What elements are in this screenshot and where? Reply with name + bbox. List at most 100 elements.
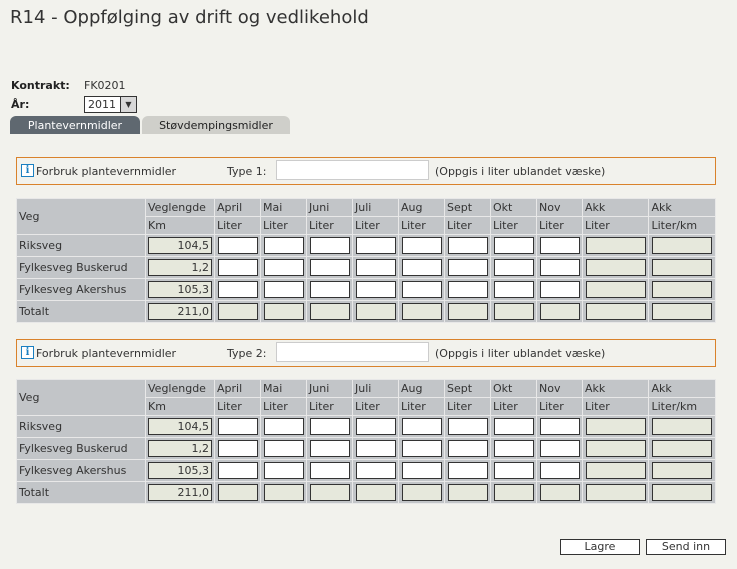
save-button[interactable]: Lagre [560,539,640,555]
liter-input[interactable] [309,281,350,298]
liter-input[interactable] [401,237,442,254]
column-header: Veglengde [145,198,215,217]
liter-input[interactable] [493,237,534,254]
value-cell [352,415,399,438]
liter-input[interactable] [447,259,488,276]
liter-input[interactable] [355,462,396,479]
contract-row: Kontrakt: FK0201 [11,79,126,92]
readonly-field [539,303,580,320]
liter-input[interactable] [401,418,442,435]
liter-input[interactable] [355,440,396,457]
liter-input[interactable] [355,259,396,276]
type1-input[interactable] [276,160,429,180]
liter-input[interactable] [217,440,258,457]
liter-input[interactable] [217,462,258,479]
page-title: R14 - Oppfølging av drift og vedlikehold [10,7,369,28]
value-cell [536,300,583,323]
liter-input[interactable] [493,281,534,298]
km-cell: 211,0 [145,300,215,323]
value-cell [490,234,537,257]
column-header: Okt [490,198,537,217]
value-cell [490,415,537,438]
km-cell: 105,3 [145,278,215,301]
value-cell [306,459,353,482]
liter-input[interactable] [263,440,304,457]
liter-input[interactable] [493,440,534,457]
column-header: Nov [536,198,583,217]
liter-input[interactable] [355,281,396,298]
liter-input[interactable] [447,281,488,298]
veg-name: Fylkesveg Akershus [16,278,146,301]
forbruk-label: Forbruk plantevernmidler [36,165,177,178]
info-icon[interactable]: i [21,346,34,359]
submit-button[interactable]: Send inn [646,539,726,555]
readonly-field [585,484,646,501]
liter-input[interactable] [401,259,442,276]
value-cell [581,256,650,279]
readonly-field [652,484,713,501]
liter-input[interactable] [401,462,442,479]
readonly-field [652,237,713,254]
column-header: Akk [581,198,650,217]
readonly-field [263,303,304,320]
liter-input[interactable] [447,440,488,457]
veg-name: Totalt [16,481,146,504]
liter-input[interactable] [539,440,580,457]
liter-input[interactable] [217,418,258,435]
chevron-down-icon[interactable]: ▼ [120,97,136,112]
liter-input[interactable] [217,259,258,276]
value-cell [536,278,583,301]
forbruk-box-type1: i Forbruk plantevernmidler Type 1: (Oppg… [16,157,716,185]
tab-plantevernmidler[interactable]: Plantevernmidler [10,116,140,134]
liter-input[interactable] [263,462,304,479]
liter-input[interactable] [263,259,304,276]
liter-input[interactable] [309,418,350,435]
liter-input[interactable] [539,237,580,254]
column-header: Veg [16,198,146,235]
liter-input[interactable] [493,418,534,435]
liter-input[interactable] [447,462,488,479]
liter-input[interactable] [401,440,442,457]
liter-input[interactable] [309,259,350,276]
liter-input[interactable] [447,237,488,254]
liter-input[interactable] [493,462,534,479]
table-row: Fylkesveg Buskerud 1,2 [16,437,716,460]
year-select[interactable]: 2011 ▼ [84,96,137,113]
info-icon[interactable]: i [21,164,34,177]
liter-input[interactable] [447,418,488,435]
hint-text: (Oppgis i liter ublandet væske) [435,347,606,360]
readonly-field [585,259,646,276]
readonly-field [585,237,646,254]
table-row: Totalt 211,0 [16,481,716,504]
value-cell [398,234,445,257]
liter-input[interactable] [263,418,304,435]
km-text: 211,0 [177,305,210,318]
liter-input[interactable] [263,237,304,254]
liter-input[interactable] [539,462,580,479]
liter-input[interactable] [217,281,258,298]
column-subheader: Liter [260,397,307,416]
liter-input[interactable] [401,281,442,298]
liter-input[interactable] [309,462,350,479]
value-cell [260,278,307,301]
value-cell [260,437,307,460]
liter-input[interactable] [309,440,350,457]
value-cell [648,300,716,323]
liter-input[interactable] [309,237,350,254]
liter-input[interactable] [539,259,580,276]
value-cell [214,278,261,301]
liter-input[interactable] [217,237,258,254]
column-subheader: Liter [536,397,583,416]
liter-input[interactable] [355,237,396,254]
liter-input[interactable] [493,259,534,276]
liter-input[interactable] [539,281,580,298]
tab-stovdempingsmidler[interactable]: Støvdempingsmidler [142,116,290,134]
liter-input[interactable] [263,281,304,298]
value-cell [214,415,261,438]
value-cell [536,256,583,279]
liter-input[interactable] [355,418,396,435]
value-cell [444,256,491,279]
type2-input[interactable] [276,342,429,362]
liter-input[interactable] [539,418,580,435]
value-cell [398,256,445,279]
